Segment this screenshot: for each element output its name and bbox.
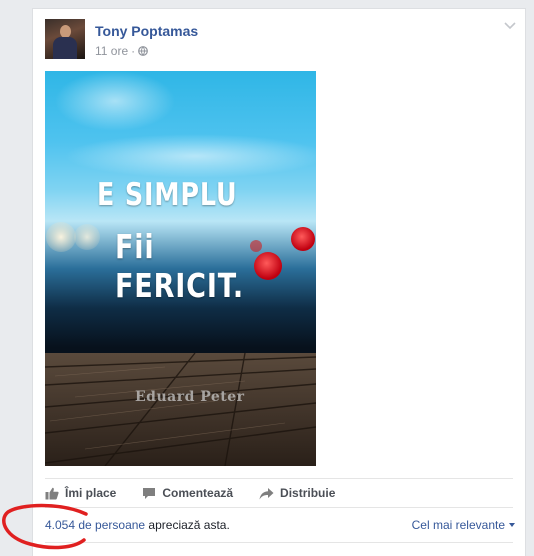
like-label: Îmi place [65, 486, 117, 500]
light-haze-2 [65, 134, 316, 178]
divider-bottom [45, 507, 513, 508]
image-text-line1: E SIMPLU [97, 177, 238, 213]
red-annotation-mark [2, 503, 88, 550]
share-button[interactable]: Distribuie [259, 486, 335, 500]
bokeh-red-1 [291, 227, 315, 251]
globe-icon[interactable] [138, 46, 149, 56]
post-image[interactable]: E SIMPLU Fii FERICIT. Eduard Peter [45, 71, 316, 466]
image-text-line2: Fii FERICIT. [115, 227, 244, 305]
bokeh-white-2 [74, 224, 100, 250]
avatar[interactable] [45, 19, 85, 59]
image-signature: Eduard Peter [135, 389, 245, 405]
comment-button[interactable]: Comentează [142, 486, 233, 500]
comment-label: Comentează [162, 486, 234, 500]
caret-down-icon [509, 523, 515, 527]
bokeh-white-1 [46, 222, 76, 252]
post-author[interactable]: Tony Poptamas [95, 23, 198, 39]
avatar-body [53, 37, 77, 59]
thumbs-up-icon [45, 487, 59, 499]
post-card: Tony Poptamas 11 ore · E SIMPLU Fii FERI… [32, 8, 526, 556]
divider-comments [45, 542, 513, 543]
light-haze [55, 71, 175, 131]
divider-top [45, 478, 513, 479]
post-time[interactable]: 11 ore [95, 44, 128, 58]
comment-icon [143, 487, 156, 499]
like-button[interactable]: Îmi place [45, 486, 116, 500]
share-arrow-icon [259, 487, 274, 499]
meta-separator: · [131, 44, 136, 58]
share-label: Distribuie [280, 486, 336, 500]
sort-label: Cel mai relevante [411, 518, 505, 532]
comment-sort-dropdown[interactable]: Cel mai relevante [412, 518, 515, 532]
chevron-down-icon[interactable] [503, 21, 517, 31]
post-meta: 11 ore · [95, 44, 149, 58]
likes-suffix: apreciază asta. [145, 518, 230, 532]
